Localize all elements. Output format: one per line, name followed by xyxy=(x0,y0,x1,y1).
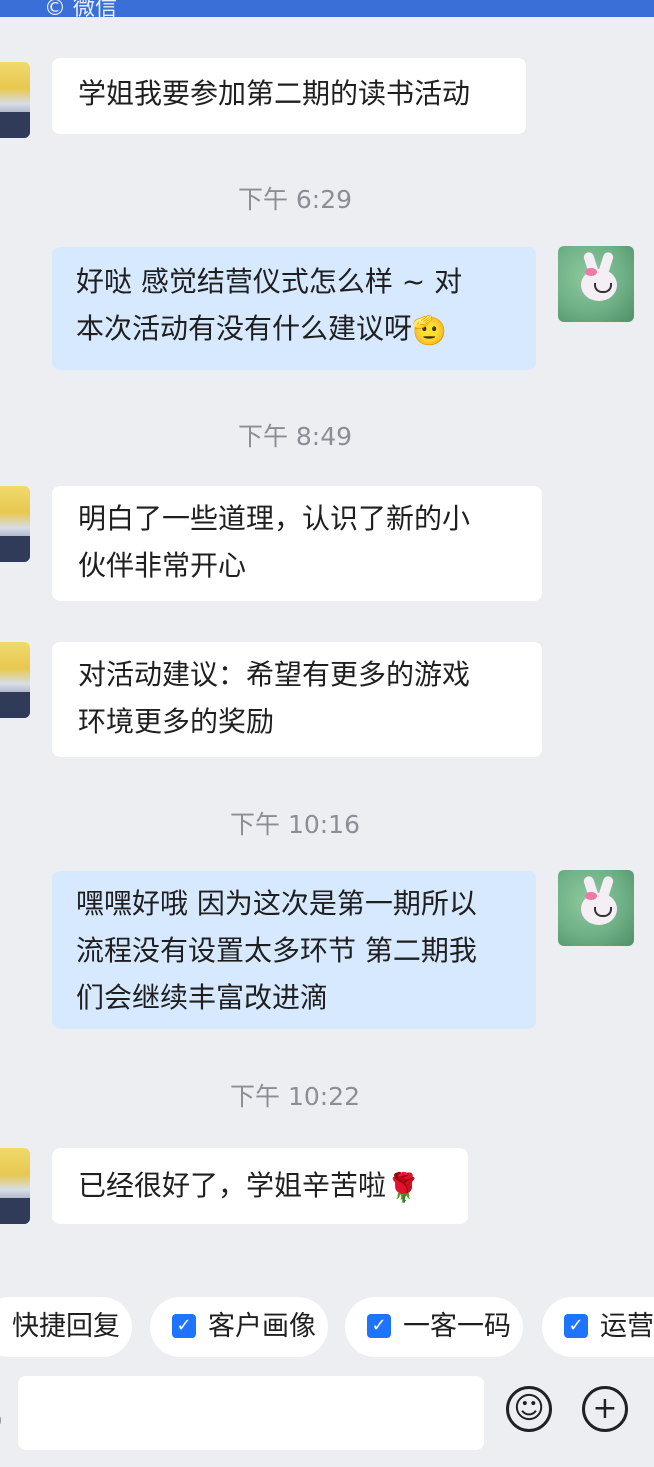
message-bubble-incoming[interactable]: 已经很好了，学姐辛苦啦🌹 xyxy=(52,1148,468,1224)
timestamp: 下午 10:16 xyxy=(230,810,360,839)
quick-reply-button[interactable]: 快捷回复 xyxy=(0,1297,132,1357)
voice-toggle-partial[interactable]: ) xyxy=(0,1403,3,1436)
message-line: 本次活动有没有什么建议呀 xyxy=(76,312,413,345)
avatar-self[interactable] xyxy=(558,870,634,946)
quick-action-label: 一客一码 xyxy=(403,1311,511,1342)
check-icon: ✓ xyxy=(367,1313,391,1338)
message-line: 嘿嘿好哦 因为这次是第一期所以 xyxy=(76,887,477,920)
quick-action-label: 客户画像 xyxy=(208,1311,316,1342)
avatar-self[interactable] xyxy=(558,246,634,322)
avatar-contact[interactable] xyxy=(0,1148,30,1224)
check-icon: ✓ xyxy=(172,1313,196,1338)
salute-emoji-icon: 🫡 xyxy=(412,313,447,347)
message-line: 环境更多的奖励 xyxy=(78,705,275,738)
smile-icon[interactable]: ☺ xyxy=(506,1386,552,1432)
message-line: 好哒 感觉结营仪式怎么样 ~ 对 xyxy=(76,265,463,298)
message-bubble-incoming[interactable]: 对活动建议：希望有更多的游戏 环境更多的奖励 xyxy=(52,642,542,757)
timestamp: 下午 10:22 xyxy=(230,1082,360,1111)
plus-icon[interactable]: + xyxy=(582,1386,628,1432)
message-line: 流程没有设置太多环节 第二期我 xyxy=(76,934,477,967)
status-bar-text: © 微信 xyxy=(44,0,117,21)
timestamp: 下午 8:49 xyxy=(237,422,353,451)
quick-action-label: 快捷回复 xyxy=(12,1311,120,1342)
message-bubble-outgoing[interactable]: 嘿嘿好哦 因为这次是第一期所以 流程没有设置太多环节 第二期我 们会继续丰富改进… xyxy=(52,871,536,1029)
message-line: 们会继续丰富改进滴 xyxy=(76,981,329,1014)
message-bubble-outgoing[interactable]: 好哒 感觉结营仪式怎么样 ~ 对 本次活动有没有什么建议呀🫡 xyxy=(52,247,536,370)
message-line: 伙伴非常开心 xyxy=(78,549,247,582)
avatar-contact[interactable] xyxy=(0,62,30,138)
quick-action-label: 运营 xyxy=(600,1311,654,1342)
customer-profile-button[interactable]: ✓ 客户画像 xyxy=(150,1297,328,1357)
bow-icon xyxy=(585,268,597,276)
avatar-contact[interactable] xyxy=(0,486,30,562)
avatar-contact[interactable] xyxy=(0,642,30,718)
one-customer-one-code-button[interactable]: ✓ 一客一码 xyxy=(345,1297,523,1357)
status-bar: © 微信 xyxy=(0,0,654,21)
message-input[interactable] xyxy=(18,1376,484,1450)
rose-emoji-icon: 🌹 xyxy=(386,1170,421,1204)
check-icon: ✓ xyxy=(564,1313,588,1338)
message-line: 已经很好了，学姐辛苦啦 xyxy=(78,1169,387,1202)
message-line: 明白了一些道理，认识了新的小 xyxy=(78,502,471,535)
bow-icon xyxy=(585,892,597,900)
message-bubble-incoming[interactable]: 学姐我要参加第二期的读书活动 xyxy=(52,58,526,134)
timestamp: 下午 6:29 xyxy=(237,185,353,214)
message-line: 对活动建议：希望有更多的游戏 xyxy=(78,658,471,691)
message-line: 学姐我要参加第二期的读书活动 xyxy=(78,77,471,110)
operations-button[interactable]: ✓ 运营 xyxy=(542,1297,654,1357)
message-bubble-incoming[interactable]: 明白了一些道理，认识了新的小 伙伴非常开心 xyxy=(52,486,542,601)
